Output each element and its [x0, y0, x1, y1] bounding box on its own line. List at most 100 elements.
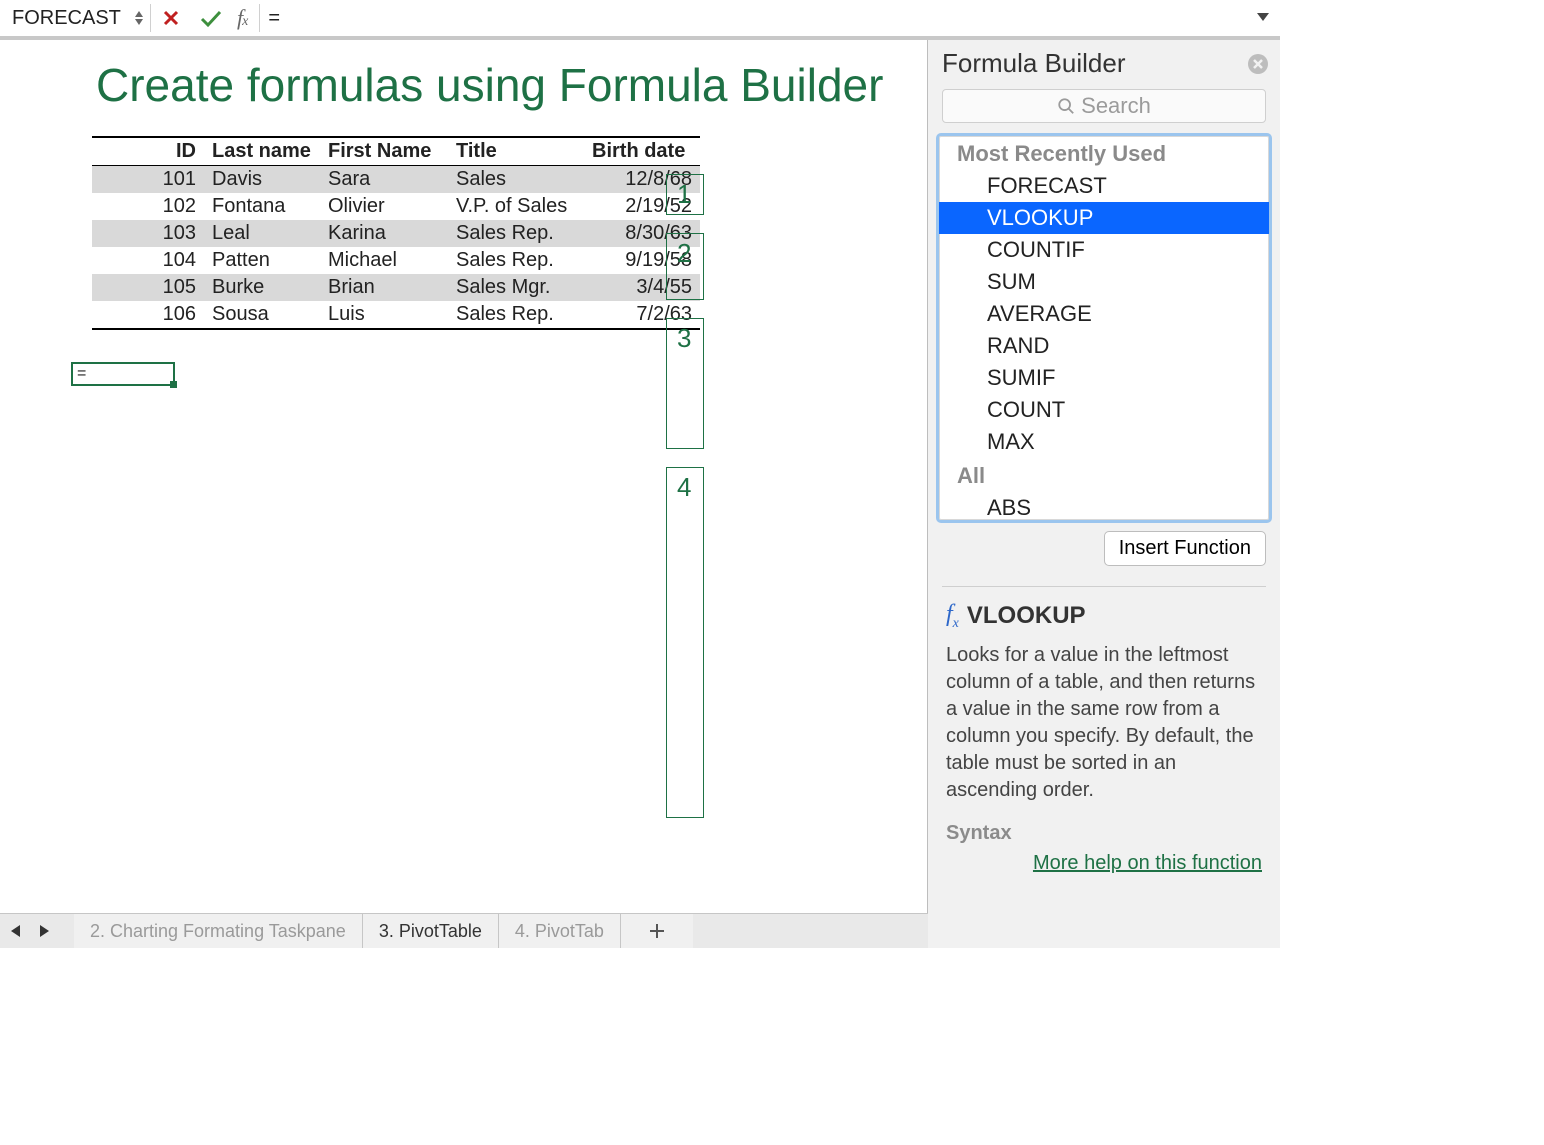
- cell-title[interactable]: Sales Rep.: [448, 220, 584, 247]
- cell-firstname[interactable]: Olivier: [320, 193, 448, 220]
- syntax-label: Syntax: [946, 822, 1262, 845]
- sheet-nav-prev[interactable]: [0, 914, 30, 948]
- search-icon: [1057, 97, 1075, 115]
- step-box-3: 3: [666, 318, 704, 449]
- sheet-tab[interactable]: 4. PivotTab: [499, 914, 621, 948]
- all-group-label: All: [939, 458, 1269, 492]
- worksheet-area[interactable]: Create formulas using Formula Builder ID…: [0, 40, 927, 948]
- expand-formula-bar-button[interactable]: [1250, 4, 1276, 30]
- active-cell-value: =: [77, 365, 86, 383]
- sheet-nav-next[interactable]: [30, 914, 60, 948]
- function-item[interactable]: VLOOKUP: [939, 202, 1269, 234]
- step-number: 4: [667, 468, 703, 507]
- cell-title[interactable]: Sales Rep.: [448, 301, 584, 329]
- page-title: Create formulas using Formula Builder: [96, 58, 927, 112]
- function-item[interactable]: SUMIF: [939, 362, 1269, 394]
- table-row[interactable]: 106SousaLuisSales Rep.7/2/63: [92, 301, 700, 329]
- chevron-down-icon: [134, 18, 144, 26]
- cell-firstname[interactable]: Luis: [320, 301, 448, 329]
- active-cell[interactable]: =: [71, 362, 175, 386]
- close-icon: [1247, 53, 1269, 75]
- cancel-button[interactable]: [151, 0, 191, 36]
- name-box-value: FORECAST: [12, 7, 128, 30]
- cell-id[interactable]: 102: [92, 193, 204, 220]
- cell-title[interactable]: Sales Mgr.: [448, 274, 584, 301]
- function-item[interactable]: MAX: [939, 426, 1269, 458]
- step-box-4: 4: [666, 467, 704, 818]
- formula-input[interactable]: =: [260, 0, 1280, 36]
- cell-id[interactable]: 103: [92, 220, 204, 247]
- function-item[interactable]: COUNT: [939, 394, 1269, 426]
- detail-function-name: VLOOKUP: [967, 602, 1086, 630]
- x-icon: [161, 8, 181, 28]
- function-item[interactable]: ABS: [939, 492, 1269, 523]
- cell-lastname[interactable]: Fontana: [204, 193, 320, 220]
- table-row[interactable]: 104PattenMichaelSales Rep.9/19/58: [92, 247, 700, 274]
- name-box[interactable]: FORECAST: [0, 0, 150, 36]
- triangle-right-icon: [39, 924, 51, 938]
- step-number: 2: [667, 234, 703, 273]
- mru-group-label: Most Recently Used: [939, 136, 1269, 170]
- table-row[interactable]: 103LealKarinaSales Rep.8/30/63: [92, 220, 700, 247]
- table-row[interactable]: 102FontanaOlivierV.P. of Sales2/19/52: [92, 193, 700, 220]
- plus-icon: [649, 923, 665, 939]
- cell-firstname[interactable]: Karina: [320, 220, 448, 247]
- search-input[interactable]: Search: [942, 89, 1266, 123]
- triangle-left-icon: [9, 924, 21, 938]
- detail-description: Looks for a value in the leftmost column…: [946, 642, 1262, 804]
- cell-id[interactable]: 104: [92, 247, 204, 274]
- cell-lastname[interactable]: Davis: [204, 166, 320, 194]
- function-item[interactable]: COUNTIF: [939, 234, 1269, 266]
- col-firstname: First Name: [320, 137, 448, 166]
- cell-lastname[interactable]: Leal: [204, 220, 320, 247]
- cell-title[interactable]: Sales: [448, 166, 584, 194]
- check-icon: [199, 8, 223, 28]
- table-header-row: ID Last name First Name Title Birth date: [92, 137, 700, 166]
- function-item[interactable]: FORECAST: [939, 170, 1269, 202]
- formula-builder-panel: Formula Builder Search Most Recently Use…: [927, 40, 1280, 948]
- fx-icon: fx: [946, 601, 959, 632]
- sheet-tab[interactable]: 3. PivotTable: [363, 914, 499, 948]
- cell-id[interactable]: 106: [92, 301, 204, 329]
- table-row[interactable]: 105BurkeBrianSales Mgr.3/4/55: [92, 274, 700, 301]
- function-item[interactable]: AVERAGE: [939, 298, 1269, 330]
- fx-icon[interactable]: fx: [231, 0, 259, 36]
- sheet-tab[interactable]: 2. Charting Formating Taskpane: [74, 914, 363, 948]
- cell-firstname[interactable]: Michael: [320, 247, 448, 274]
- col-id: ID: [92, 137, 204, 166]
- formula-bar: FORECAST fx =: [0, 0, 1280, 40]
- step-box-2: 2: [666, 233, 704, 300]
- function-item[interactable]: SUM: [939, 266, 1269, 298]
- cell-lastname[interactable]: Sousa: [204, 301, 320, 329]
- cell-title[interactable]: Sales Rep.: [448, 247, 584, 274]
- cell-id[interactable]: 105: [92, 274, 204, 301]
- cell-firstname[interactable]: Sara: [320, 166, 448, 194]
- cell-firstname[interactable]: Brian: [320, 274, 448, 301]
- panel-title: Formula Builder: [942, 48, 1246, 79]
- insert-function-button[interactable]: Insert Function: [1104, 531, 1266, 566]
- more-help-link[interactable]: More help on this function: [1033, 852, 1262, 874]
- col-birthdate: Birth date: [584, 137, 700, 166]
- cell-title[interactable]: V.P. of Sales: [448, 193, 584, 220]
- cell-lastname[interactable]: Patten: [204, 247, 320, 274]
- search-placeholder: Search: [1081, 93, 1151, 119]
- col-lastname: Last name: [204, 137, 320, 166]
- close-panel-button[interactable]: [1246, 52, 1270, 76]
- step-box-1: 1: [666, 174, 704, 215]
- function-detail: fx VLOOKUP Looks for a value in the left…: [928, 587, 1280, 845]
- add-sheet-button[interactable]: [621, 914, 693, 948]
- table-row[interactable]: 101DavisSaraSales12/8/68: [92, 166, 700, 194]
- col-title: Title: [448, 137, 584, 166]
- cell-lastname[interactable]: Burke: [204, 274, 320, 301]
- confirm-button[interactable]: [191, 0, 231, 36]
- function-list[interactable]: Most Recently Used FORECASTVLOOKUPCOUNTI…: [936, 133, 1272, 523]
- chevron-up-icon: [134, 10, 144, 18]
- function-item[interactable]: RAND: [939, 330, 1269, 362]
- name-box-stepper[interactable]: [134, 10, 144, 26]
- formula-input-value: =: [268, 7, 280, 30]
- chevron-down-icon: [1256, 12, 1270, 22]
- fill-handle[interactable]: [170, 381, 177, 388]
- data-table: ID Last name First Name Title Birth date…: [92, 136, 700, 330]
- cell-id[interactable]: 101: [92, 166, 204, 194]
- step-number: 3: [667, 319, 703, 358]
